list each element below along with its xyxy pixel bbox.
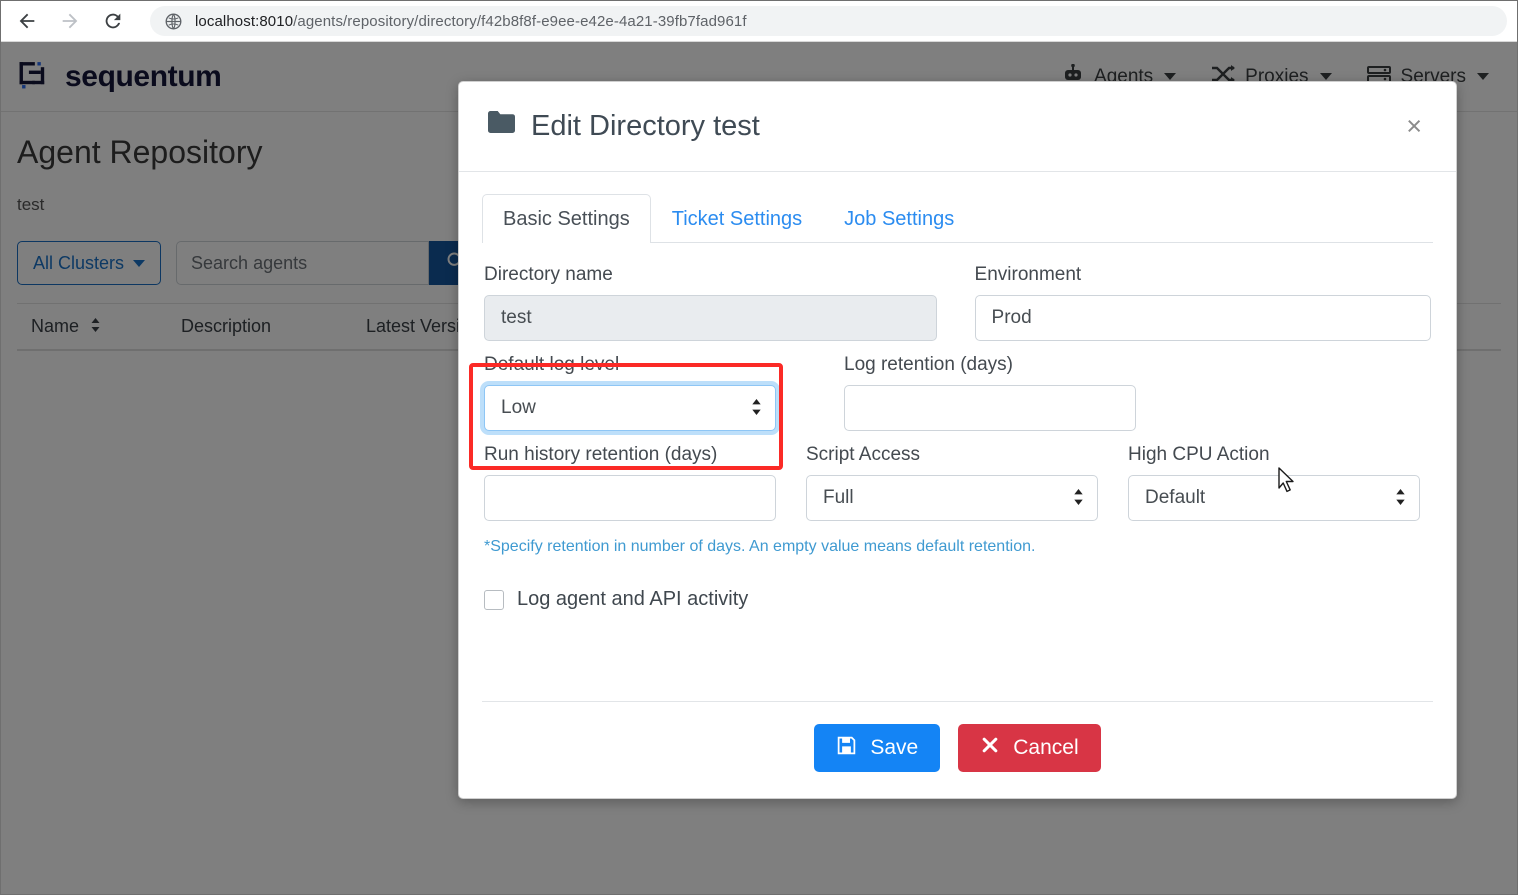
floppy-disk-icon: [836, 735, 857, 762]
default-log-level-label: Default log level: [484, 354, 776, 376]
save-button[interactable]: Save: [814, 724, 940, 772]
script-access-label: Script Access: [806, 444, 1098, 466]
arrow-left-icon: [16, 10, 38, 32]
log-activity-checkbox-row[interactable]: Log agent and API activity: [484, 588, 1431, 611]
run-history-retention-label: Run history retention (days): [484, 444, 776, 466]
run-history-retention-field: Run history retention (days): [484, 444, 776, 521]
cancel-button[interactable]: Cancel: [958, 724, 1100, 772]
tab-job-settings[interactable]: Job Settings: [823, 194, 975, 243]
environment-label: Environment: [975, 264, 1431, 286]
tab-ticket-settings[interactable]: Ticket Settings: [651, 194, 823, 243]
address-bar[interactable]: localhost:8010/agents/repository/directo…: [150, 6, 1507, 36]
high-cpu-action-value: Default: [1145, 487, 1205, 509]
directory-name-input: test: [484, 295, 937, 341]
high-cpu-action-field: High CPU Action Default: [1128, 444, 1420, 521]
modal-body: Basic Settings Ticket Settings Job Setti…: [459, 172, 1456, 701]
directory-name-field: Directory name test: [484, 264, 937, 341]
tab-job-settings-label: Job Settings: [844, 208, 954, 230]
url-path: /agents/repository/directory/f42b8f8f-e9…: [293, 13, 746, 30]
default-log-level-field: Default log level Low: [484, 354, 776, 431]
directory-name-label: Directory name: [484, 264, 937, 286]
select-spinner-icon: [1394, 487, 1407, 509]
modal-tabs: Basic Settings Ticket Settings Job Setti…: [482, 193, 1433, 243]
modal-footer: Save Cancel: [482, 701, 1433, 798]
default-log-level-value: Low: [501, 397, 536, 419]
high-cpu-action-select[interactable]: Default: [1128, 475, 1420, 521]
close-icon[interactable]: ×: [1398, 107, 1430, 146]
form-row-3: Run history retention (days) Script Acce…: [484, 431, 1431, 521]
run-history-retention-input[interactable]: [484, 475, 776, 521]
modal-title: Edit Directory test: [487, 110, 760, 143]
browser-window: localhost:8010/agents/repository/directo…: [0, 0, 1518, 895]
modal-title-text: Edit Directory test: [531, 110, 760, 143]
select-spinner-icon: [1072, 487, 1085, 509]
select-spinner-icon: [750, 397, 763, 419]
reload-button[interactable]: [96, 4, 130, 38]
address-bar-text: localhost:8010/agents/repository/directo…: [195, 13, 747, 30]
script-access-value: Full: [823, 487, 854, 509]
form-row-2: Default log level Low Lo: [484, 341, 1431, 431]
retention-help-text: *Specify retention in number of days. An…: [484, 538, 1431, 556]
basic-settings-form: Directory name test Environment Prod: [482, 243, 1433, 611]
environment-value: Prod: [992, 307, 1032, 329]
edit-directory-modal: Edit Directory test × Basic Settings Tic…: [458, 81, 1457, 799]
log-retention-label: Log retention (days): [844, 354, 1136, 376]
browser-toolbar: localhost:8010/agents/repository/directo…: [1, 1, 1518, 42]
log-retention-field: Log retention (days): [844, 354, 1136, 431]
folder-icon: [487, 110, 517, 143]
cancel-button-label: Cancel: [1013, 736, 1078, 760]
default-log-level-select[interactable]: Low: [484, 385, 776, 431]
environment-input[interactable]: Prod: [975, 295, 1431, 341]
log-activity-label: Log agent and API activity: [517, 588, 748, 611]
high-cpu-action-label: High CPU Action: [1128, 444, 1420, 466]
form-row-1: Directory name test Environment Prod: [484, 251, 1431, 341]
forward-button[interactable]: [53, 4, 87, 38]
reload-icon: [102, 10, 124, 32]
log-activity-checkbox[interactable]: [484, 590, 504, 610]
tab-basic-settings[interactable]: Basic Settings: [482, 194, 651, 243]
script-access-field: Script Access Full: [806, 444, 1098, 521]
globe-icon: [164, 12, 183, 31]
script-access-select[interactable]: Full: [806, 475, 1098, 521]
directory-name-value: test: [501, 307, 532, 329]
tab-ticket-settings-label: Ticket Settings: [672, 208, 802, 230]
environment-field: Environment Prod: [975, 264, 1431, 341]
save-button-label: Save: [870, 736, 918, 760]
arrow-right-icon: [59, 10, 81, 32]
modal-header: Edit Directory test ×: [459, 82, 1456, 172]
log-retention-input[interactable]: [844, 385, 1136, 431]
x-mark-icon: [980, 735, 1000, 761]
tab-basic-settings-label: Basic Settings: [503, 208, 630, 230]
back-button[interactable]: [10, 4, 44, 38]
url-host: localhost:8010: [195, 13, 293, 30]
